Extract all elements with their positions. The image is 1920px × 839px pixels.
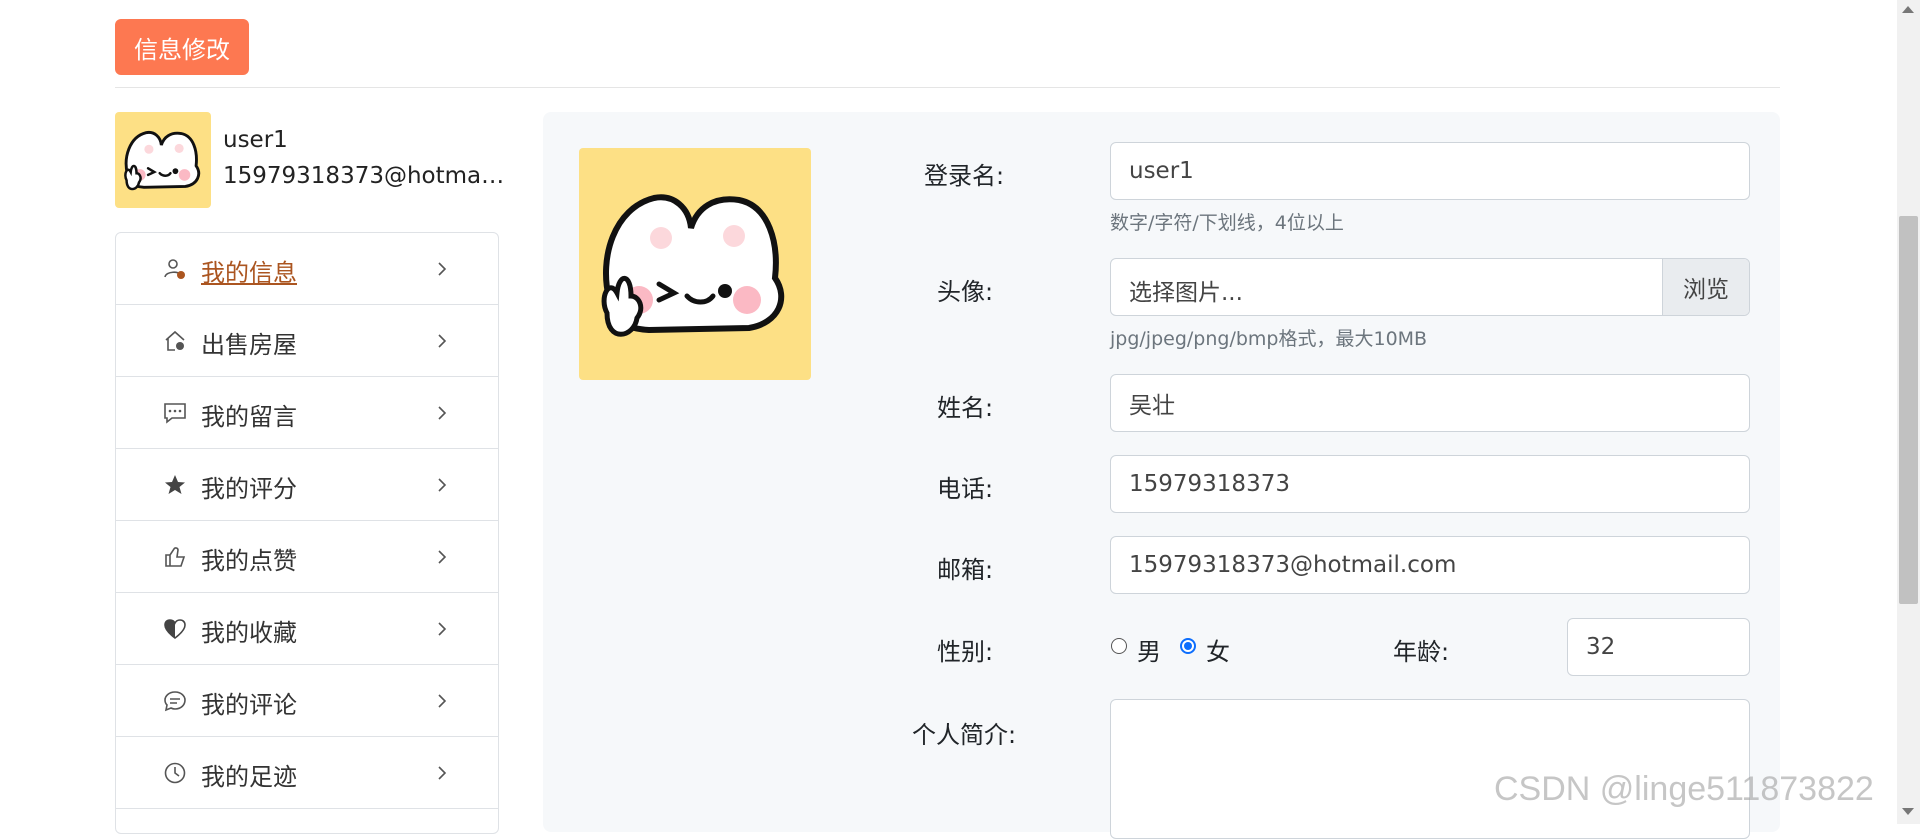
chevron-right-icon bbox=[438, 550, 447, 564]
scroll-down-arrow-icon[interactable] bbox=[1902, 808, 1914, 815]
bio-label: 个人简介: bbox=[912, 721, 1017, 749]
name-input[interactable] bbox=[1110, 374, 1750, 432]
login-name-label: 登录名: bbox=[924, 162, 1005, 190]
browse-button[interactable]: 浏览 bbox=[1662, 259, 1749, 315]
avatar-file-input[interactable]: 选择图片... 浏览 bbox=[1110, 258, 1750, 316]
clock-icon bbox=[164, 762, 186, 784]
watermark: CSDN @linge511873822 bbox=[1494, 770, 1874, 808]
sidebar-item-my-likes[interactable]: 我的点赞 bbox=[116, 521, 498, 593]
chevron-right-icon bbox=[438, 478, 447, 492]
chevron-right-icon bbox=[438, 334, 447, 348]
chevron-right-icon bbox=[438, 262, 447, 276]
chevron-right-icon bbox=[438, 406, 447, 420]
house-icon bbox=[165, 330, 185, 351]
gender-male-radio[interactable] bbox=[1111, 638, 1127, 654]
avatar-file-placeholder: 选择图片... bbox=[1129, 280, 1243, 306]
login-name-input[interactable] bbox=[1110, 142, 1750, 200]
star-icon bbox=[165, 475, 185, 494]
sidebar-item-label: 我的评论 bbox=[201, 691, 297, 719]
sidebar-item-my-comments[interactable]: 我的评论 bbox=[116, 665, 498, 737]
bunny-avatar-icon bbox=[601, 194, 785, 337]
scrollbar-thumb[interactable] bbox=[1899, 216, 1918, 604]
bunny-avatar-icon bbox=[124, 130, 201, 191]
gender-label: 性别: bbox=[937, 638, 994, 666]
chevron-right-icon bbox=[438, 622, 447, 636]
edit-info-button[interactable]: 信息修改 bbox=[115, 19, 249, 75]
user-name: user1 bbox=[223, 127, 288, 153]
avatar-hint: jpg/jpeg/png/bmp格式，最大10MB bbox=[1110, 328, 1428, 350]
sidebar-item-label: 我的信息 bbox=[201, 259, 297, 287]
person-icon bbox=[164, 259, 185, 279]
age-input[interactable] bbox=[1567, 618, 1750, 676]
scroll-up-arrow-icon[interactable] bbox=[1902, 6, 1914, 13]
bio-textarea[interactable] bbox=[1110, 699, 1750, 839]
sidebar-item-label: 我的点赞 bbox=[201, 547, 297, 575]
sidebar-item-label: 出售房屋 bbox=[201, 331, 297, 359]
sidebar-item-sell-house[interactable]: 出售房屋 bbox=[116, 305, 498, 377]
gender-female-radio[interactable] bbox=[1180, 638, 1196, 654]
age-label: 年龄: bbox=[1393, 638, 1450, 666]
sidebar-item-my-ratings[interactable]: 我的评分 bbox=[116, 449, 498, 521]
comment-icon bbox=[164, 691, 186, 712]
user-card: user1 15979318373@hotmail.com bbox=[115, 112, 515, 210]
heart-icon bbox=[164, 619, 186, 640]
sidebar-item-my-footprints[interactable]: 我的足迹 bbox=[116, 737, 498, 809]
sidebar-item-label: 我的足迹 bbox=[201, 763, 297, 791]
header-divider bbox=[115, 87, 1780, 88]
sidebar-item-my-info[interactable]: 我的信息 bbox=[116, 233, 498, 305]
name-label: 姓名: bbox=[937, 394, 994, 422]
phone-input[interactable] bbox=[1110, 455, 1750, 513]
sidebar-item-my-favorites[interactable]: 我的收藏 bbox=[116, 593, 498, 665]
user-email: 15979318373@hotmail.com bbox=[223, 163, 505, 189]
gender-female-label: 女 bbox=[1206, 638, 1230, 666]
phone-label: 电话: bbox=[937, 475, 994, 503]
thumb-up-icon bbox=[165, 547, 186, 567]
sidebar-item-label: 我的收藏 bbox=[201, 619, 297, 647]
email-input[interactable] bbox=[1110, 536, 1750, 594]
avatar-label: 头像: bbox=[937, 278, 994, 306]
chevron-right-icon bbox=[438, 694, 447, 708]
message-icon bbox=[164, 403, 186, 424]
login-name-hint: 数字/字符/下划线，4位以上 bbox=[1110, 212, 1344, 234]
chevron-right-icon bbox=[438, 766, 447, 780]
email-label: 邮箱: bbox=[937, 556, 994, 584]
sidebar-item-label: 我的评分 bbox=[201, 475, 297, 503]
avatar-preview bbox=[579, 148, 811, 380]
sidebar-menu: 我的信息 出售房屋 我的留言 我的评分 我的点赞 我的收藏 我的评论 我的足迹 bbox=[115, 232, 499, 834]
gender-male-label: 男 bbox=[1137, 638, 1161, 666]
sidebar-item-my-messages[interactable]: 我的留言 bbox=[116, 377, 498, 449]
avatar bbox=[115, 112, 211, 208]
sidebar-item-label: 我的留言 bbox=[201, 403, 297, 431]
